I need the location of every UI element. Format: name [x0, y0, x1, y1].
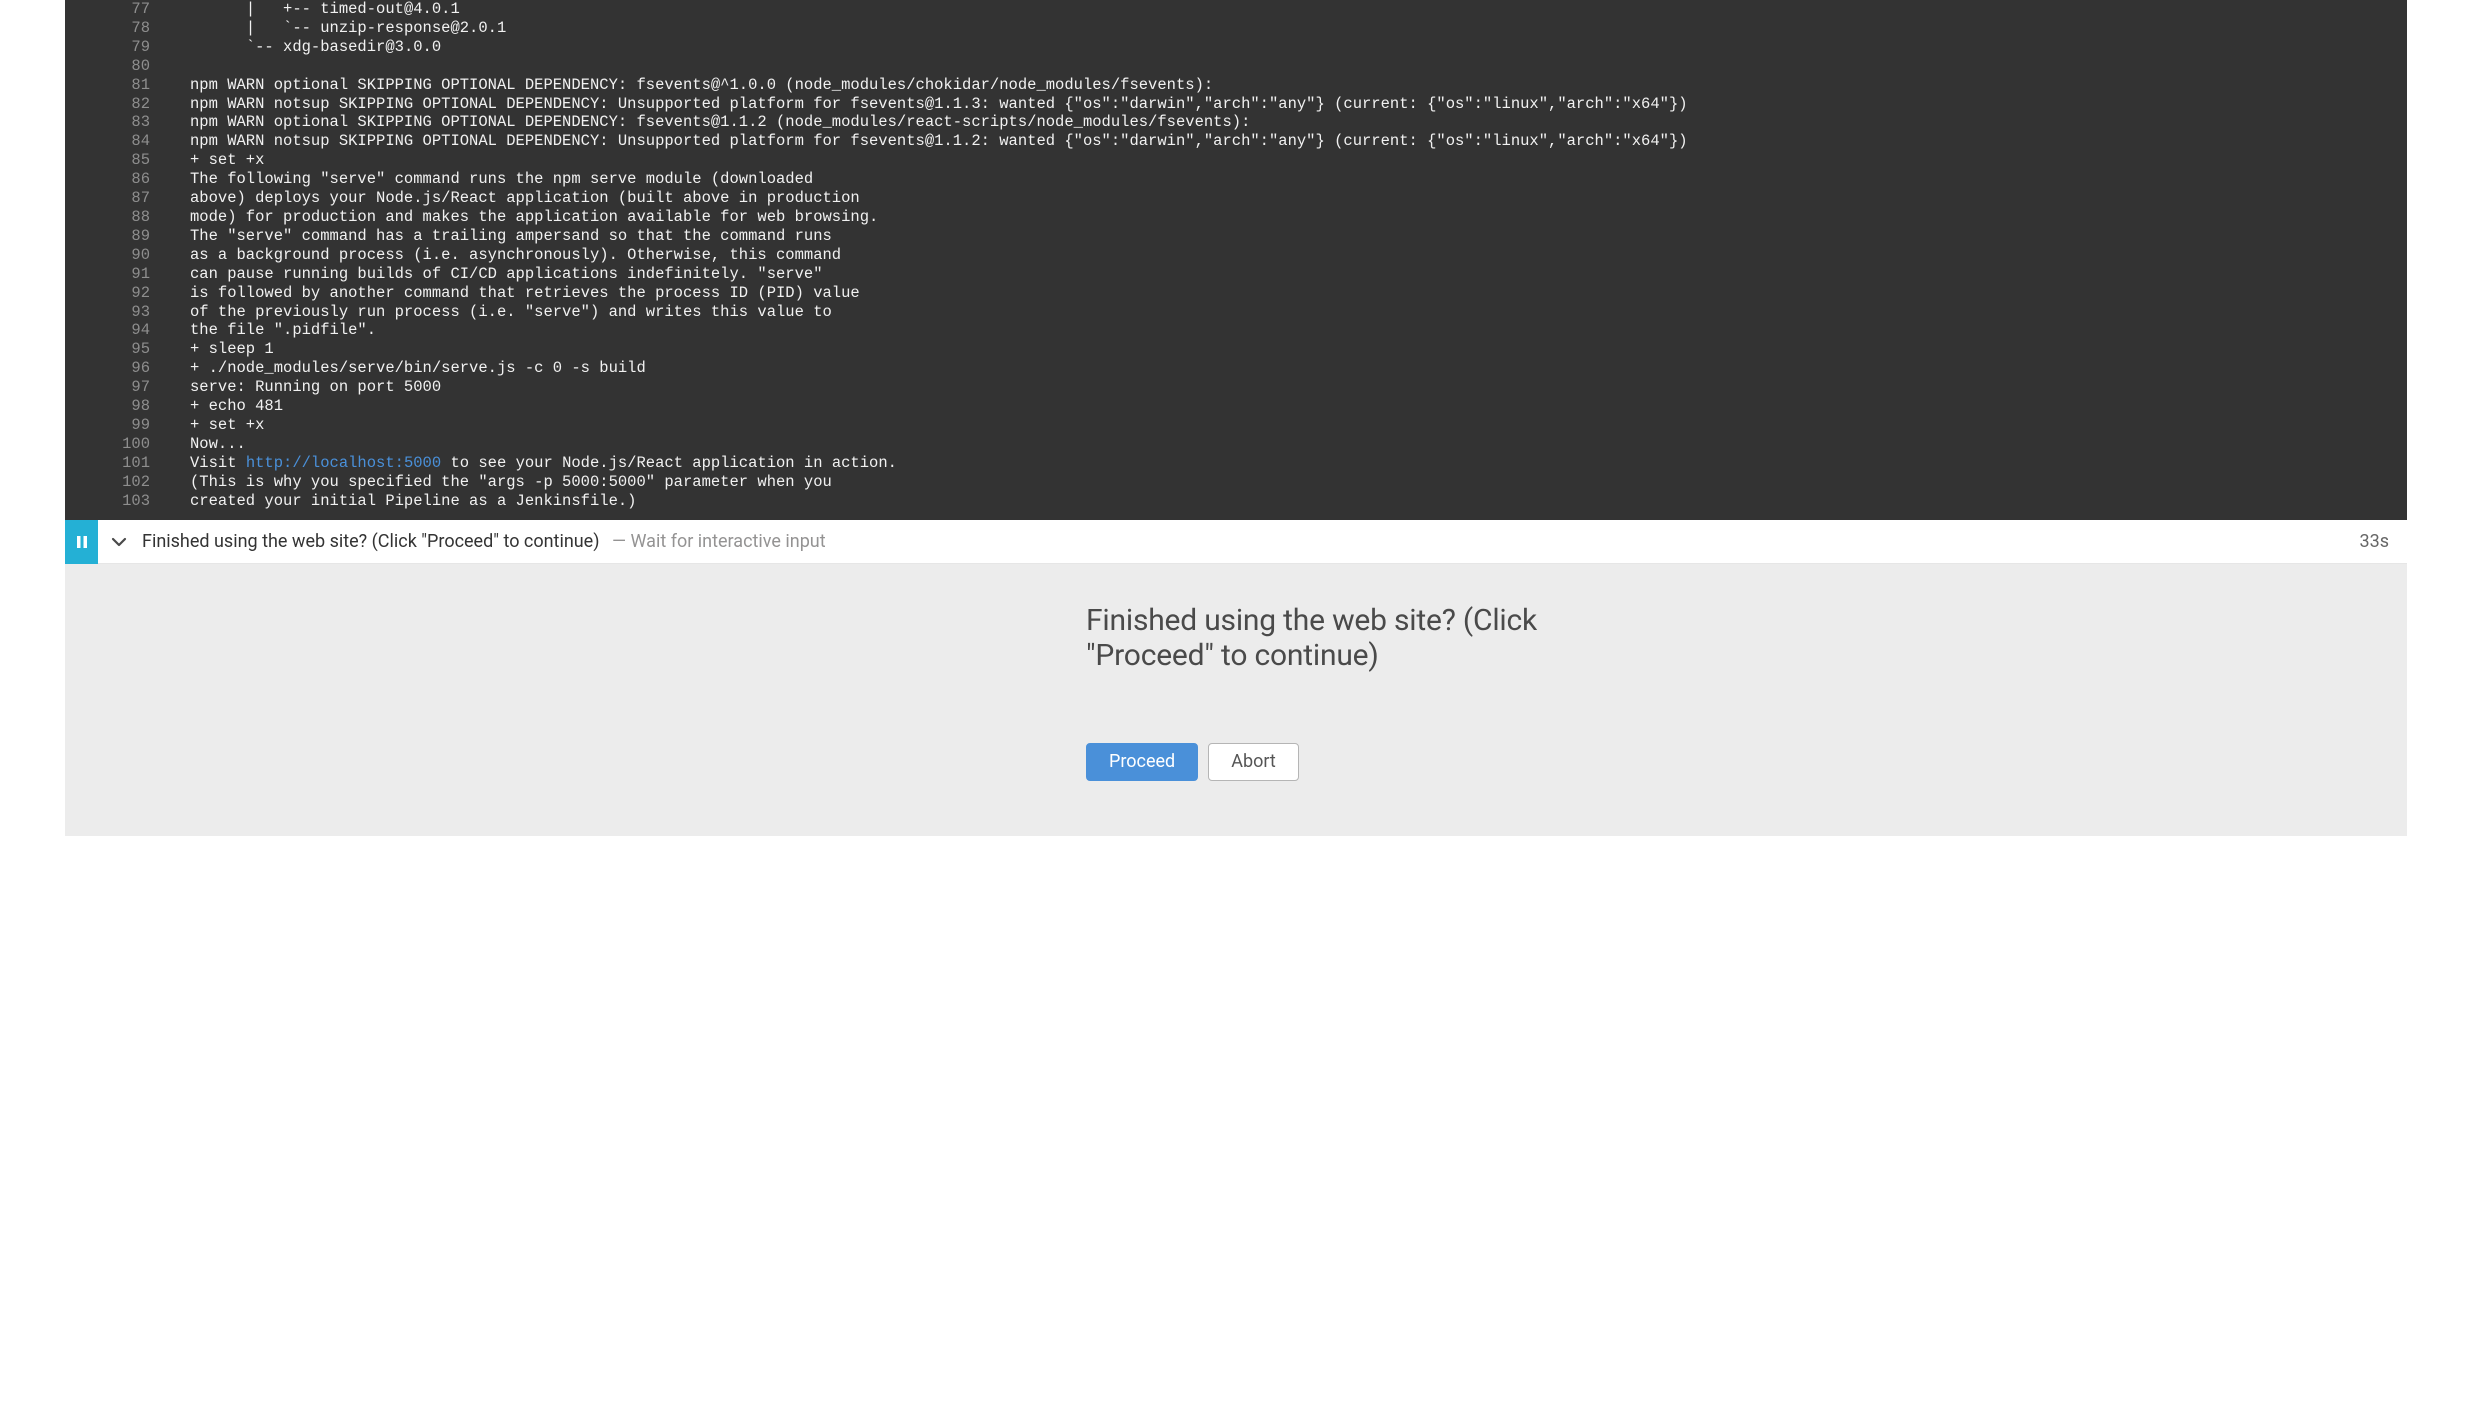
line-text: as a background process (i.e. asynchrono… — [190, 246, 2367, 265]
line-text: + set +x — [190, 416, 2367, 435]
console-line: 77 | +-- timed-out@4.0.1 — [65, 0, 2367, 19]
pause-icon — [75, 535, 89, 549]
console-line: 102(This is why you specified the "args … — [65, 473, 2367, 492]
line-number: 102 — [65, 473, 190, 492]
line-text: The following "serve" command runs the n… — [190, 170, 2367, 189]
line-text: is followed by another command that retr… — [190, 284, 2367, 303]
line-number: 99 — [65, 416, 190, 435]
console-line: 95+ sleep 1 — [65, 340, 2367, 359]
console-line: 85+ set +x — [65, 151, 2367, 170]
console-line: 91can pause running builds of CI/CD appl… — [65, 265, 2367, 284]
console-link[interactable]: http://localhost:5000 — [246, 454, 441, 472]
line-text: mode) for production and makes the appli… — [190, 208, 2367, 227]
console-line: 87above) deploys your Node.js/React appl… — [65, 189, 2367, 208]
console-line: 96+ ./node_modules/serve/bin/serve.js -c… — [65, 359, 2367, 378]
proceed-button[interactable]: Proceed — [1086, 743, 1198, 780]
step-subtitle: Wait for interactive input — [631, 531, 826, 552]
line-text: `-- xdg-basedir@3.0.0 — [190, 38, 2367, 57]
step-subtitle-separator: — — [608, 531, 631, 552]
line-number: 93 — [65, 303, 190, 322]
line-number: 103 — [65, 492, 190, 511]
console-line: 81npm WARN optional SKIPPING OPTIONAL DE… — [65, 76, 2367, 95]
line-number: 78 — [65, 19, 190, 38]
line-text: Now... — [190, 435, 2367, 454]
line-number: 82 — [65, 95, 190, 114]
console-line: 98+ echo 481 — [65, 397, 2367, 416]
console-line: 88mode) for production and makes the app… — [65, 208, 2367, 227]
console-line: 78 | `-- unzip-response@2.0.1 — [65, 19, 2367, 38]
step-duration: 33s — [2359, 531, 2389, 552]
console-line: 103created your initial Pipeline as a Je… — [65, 492, 2367, 511]
line-number: 101 — [65, 454, 190, 473]
console-line: 99+ set +x — [65, 416, 2367, 435]
line-number: 80 — [65, 57, 190, 76]
console-line: 80 — [65, 57, 2367, 76]
line-text: npm WARN optional SKIPPING OPTIONAL DEPE… — [190, 76, 2367, 95]
console-output-panel: 77 | +-- timed-out@4.0.178 | `-- unzip-r… — [65, 0, 2407, 520]
abort-button[interactable]: Abort — [1208, 743, 1299, 780]
console-line: 101Visit http://localhost:5000 to see yo… — [65, 454, 2367, 473]
line-text: serve: Running on port 5000 — [190, 378, 2367, 397]
line-number: 98 — [65, 397, 190, 416]
line-text: (This is why you specified the "args -p … — [190, 473, 2367, 492]
line-text: created your initial Pipeline as a Jenki… — [190, 492, 2367, 511]
console-line: 90as a background process (i.e. asynchro… — [65, 246, 2367, 265]
line-number: 92 — [65, 284, 190, 303]
line-text: | +-- timed-out@4.0.1 — [190, 0, 2367, 19]
line-number: 94 — [65, 321, 190, 340]
prompt-button-row: Proceed Abort — [1086, 743, 1586, 780]
step-status-indicator — [65, 520, 98, 564]
line-text: + echo 481 — [190, 397, 2367, 416]
line-number: 81 — [65, 76, 190, 95]
chevron-down-icon[interactable] — [104, 534, 134, 550]
line-text: npm WARN notsup SKIPPING OPTIONAL DEPEND… — [190, 132, 2367, 151]
line-text: + sleep 1 — [190, 340, 2367, 359]
console-line: 93of the previously run process (i.e. "s… — [65, 303, 2367, 322]
console-line: 89The "serve" command has a trailing amp… — [65, 227, 2367, 246]
line-text: The "serve" command has a trailing amper… — [190, 227, 2367, 246]
line-text: + ./node_modules/serve/bin/serve.js -c 0… — [190, 359, 2367, 378]
line-text: can pause running builds of CI/CD applic… — [190, 265, 2367, 284]
line-number: 86 — [65, 170, 190, 189]
line-number: 96 — [65, 359, 190, 378]
line-number: 88 — [65, 208, 190, 227]
line-number: 85 — [65, 151, 190, 170]
line-number: 95 — [65, 340, 190, 359]
console-line: 83npm WARN optional SKIPPING OPTIONAL DE… — [65, 113, 2367, 132]
line-text: above) deploys your Node.js/React applic… — [190, 189, 2367, 208]
line-number: 87 — [65, 189, 190, 208]
console-line: 84npm WARN notsup SKIPPING OPTIONAL DEPE… — [65, 132, 2367, 151]
line-number: 91 — [65, 265, 190, 284]
step-header-bar[interactable]: Finished using the web site? (Click "Pro… — [65, 520, 2407, 564]
line-text: of the previously run process (i.e. "ser… — [190, 303, 2367, 322]
console-line: 92is followed by another command that re… — [65, 284, 2367, 303]
step-title: Finished using the web site? (Click "Pro… — [142, 531, 600, 552]
line-number: 89 — [65, 227, 190, 246]
line-number: 79 — [65, 38, 190, 57]
line-number: 83 — [65, 113, 190, 132]
console-line: 100Now... — [65, 435, 2367, 454]
input-prompt-panel: Finished using the web site? (Click "Pro… — [65, 564, 2407, 835]
line-text: npm WARN optional SKIPPING OPTIONAL DEPE… — [190, 113, 2367, 132]
line-number: 100 — [65, 435, 190, 454]
console-line: 94the file ".pidfile". — [65, 321, 2367, 340]
line-text: Visit http://localhost:5000 to see your … — [190, 454, 2367, 473]
console-line: 86The following "serve" command runs the… — [65, 170, 2367, 189]
console-line: 79 `-- xdg-basedir@3.0.0 — [65, 38, 2367, 57]
line-text: npm WARN notsup SKIPPING OPTIONAL DEPEND… — [190, 95, 2367, 114]
console-rows: 77 | +-- timed-out@4.0.178 | `-- unzip-r… — [65, 0, 2407, 510]
line-number: 77 — [65, 0, 190, 19]
line-text: the file ".pidfile". — [190, 321, 2367, 340]
line-number: 97 — [65, 378, 190, 397]
line-text: + set +x — [190, 151, 2367, 170]
prompt-heading: Finished using the web site? (Click "Pro… — [1086, 604, 1586, 673]
line-number: 84 — [65, 132, 190, 151]
console-line: 82npm WARN notsup SKIPPING OPTIONAL DEPE… — [65, 95, 2367, 114]
line-text: | `-- unzip-response@2.0.1 — [190, 19, 2367, 38]
line-number: 90 — [65, 246, 190, 265]
console-line: 97serve: Running on port 5000 — [65, 378, 2367, 397]
